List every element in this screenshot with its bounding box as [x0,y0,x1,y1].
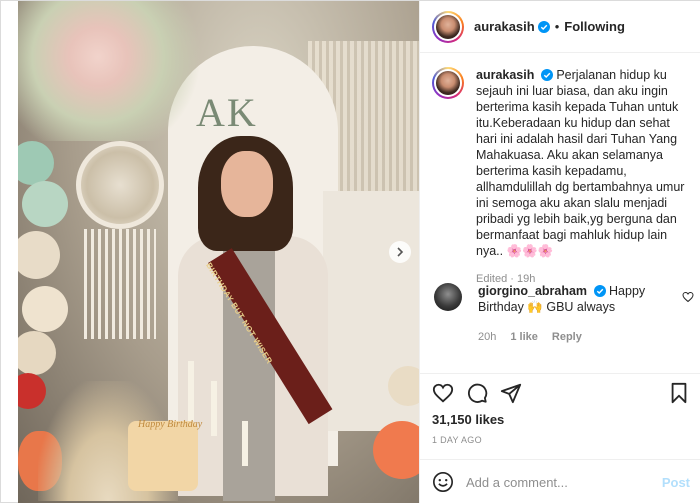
reply-button[interactable]: Reply [552,329,582,345]
balloon [22,181,68,227]
next-photo-button[interactable] [389,241,411,263]
caption-text: Perjalanan hidup ku sejauh ini luar bias… [476,68,685,258]
dreamcatcher [76,141,164,229]
comment-item: giorgino_abraham Happy Birthday 🙌 GBU al… [432,283,694,345]
comment-like-icon[interactable] [682,291,694,303]
verified-badge-icon [593,285,606,297]
balloon [22,286,68,332]
chevron-right-icon [397,247,404,257]
caption-avatar[interactable] [432,67,464,99]
comment-time: 20h [478,331,497,343]
verified-badge-icon [540,69,553,81]
paper-plane-icon[interactable] [500,382,522,404]
person-face [221,151,273,217]
post-photo[interactable]: AK BIRTHDAY BUT NOT WISER Happy Birthday [18,1,419,503]
comment-icon[interactable] [466,382,488,404]
likes-count[interactable]: 31,150 likes [432,412,504,427]
candle [242,421,248,466]
candle [188,361,194,421]
caption: aurakasih Perjalanan hidup ku sejauh ini… [432,67,694,287]
add-comment-bar: Post [420,459,700,503]
bookmark-icon[interactable] [668,382,690,404]
smiley-icon[interactable] [432,471,454,493]
flower-arrangement [18,1,218,141]
birthday-cake [128,421,198,491]
dreamcatcher-fringe [84,229,156,339]
commenter-username[interactable]: giorgino_abraham [478,284,587,298]
comment-meta: 20h 1 like Reply [478,329,678,345]
comment-input[interactable] [466,474,656,490]
caption-username[interactable]: aurakasih [476,68,534,82]
separator-dot: • [554,19,560,34]
commenter-avatar[interactable] [434,283,462,311]
post-modal: AK BIRTHDAY BUT NOT WISER Happy Birthday [0,0,700,503]
following-button[interactable]: Following [564,19,625,34]
heart-icon[interactable] [432,382,454,404]
post-comment-button[interactable]: Post [662,475,690,490]
author-username[interactable]: aurakasih [474,19,535,34]
post-details-panel: aurakasih • Following aurakasih Perjalan… [419,1,700,503]
post-header: aurakasih • Following [420,1,700,53]
cake-topper: Happy Birthday [138,419,203,430]
comment-likes[interactable]: 1 like [510,329,538,345]
post-date: 1 DAY AGO [432,435,482,445]
action-bar [420,373,700,409]
candle [211,381,217,436]
verified-badge-icon [537,20,550,33]
avatar[interactable] [432,10,464,43]
